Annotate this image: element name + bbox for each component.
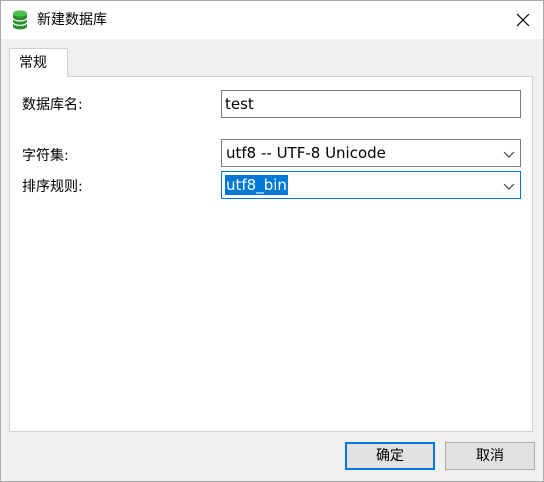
database-icon [12, 10, 28, 30]
collation-value: utf8_bin [225, 175, 288, 195]
cancel-button[interactable]: 取消 [445, 442, 535, 470]
ok-button[interactable]: 确定 [345, 442, 435, 470]
charset-value: utf8 -- UTF-8 Unicode [226, 144, 386, 162]
close-button[interactable] [511, 8, 535, 32]
chevron-down-icon [503, 183, 515, 190]
db-name-value: test [225, 95, 254, 113]
general-panel [9, 76, 533, 432]
collation-select[interactable]: utf8_bin [221, 171, 521, 199]
window-title: 新建数据库 [37, 12, 107, 28]
collation-label: 排序规则: [22, 179, 83, 195]
close-icon [516, 13, 530, 27]
db-name-label: 数据库名: [22, 97, 83, 113]
charset-label: 字符集: [22, 148, 69, 164]
chevron-down-icon [503, 151, 515, 158]
tab-general-label: 常规 [19, 55, 47, 71]
new-database-dialog: 新建数据库 常规 数据库名: test 字符集: utf8 -- UTF-8 U… [0, 0, 544, 482]
db-name-input[interactable]: test [221, 90, 521, 118]
charset-select[interactable]: utf8 -- UTF-8 Unicode [221, 139, 521, 167]
title-bar: 新建数据库 [1, 1, 543, 39]
tab-general[interactable]: 常规 [9, 48, 68, 77]
